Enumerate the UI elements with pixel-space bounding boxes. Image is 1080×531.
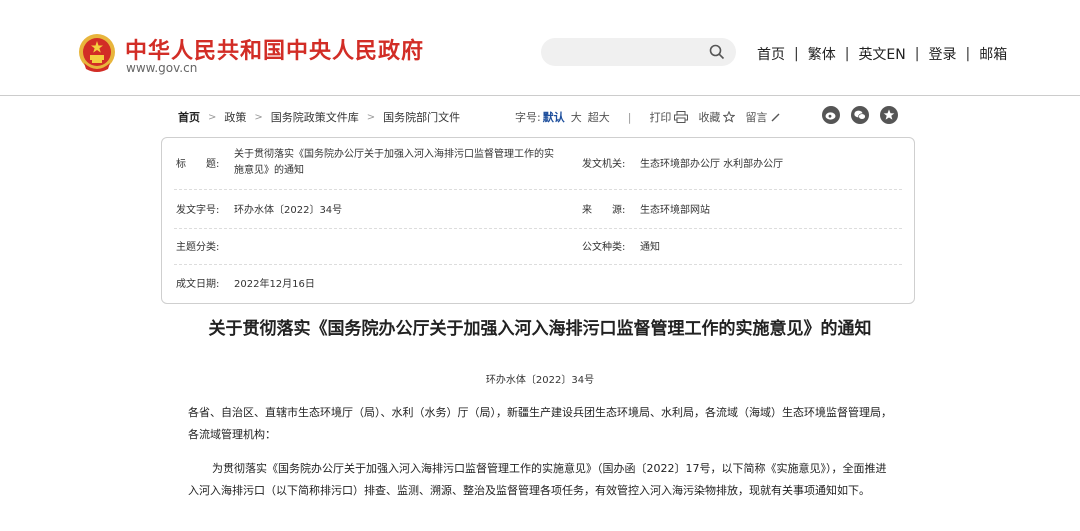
comment-label: 留言 <box>745 111 768 124</box>
font-size-default[interactable]: 默认 <box>543 109 565 125</box>
source-value: 生态环境部网站 <box>640 205 710 216</box>
favorite-button[interactable]: 收藏 <box>698 109 736 125</box>
date-label: 成文日期: <box>176 279 220 290</box>
doc-type-label: 公文种类: <box>582 242 626 253</box>
article-paragraph-addressees: 各省、自治区、直辖市生态环境厅（局）、水利（水务）厅（局），新疆生产建设兵团生态… <box>188 406 892 441</box>
issuer-value: 生态环境部办公厅 水利部办公厅 <box>640 159 784 170</box>
font-size-large[interactable]: 大 <box>571 109 582 125</box>
site-url: www.gov.cn <box>126 61 198 75</box>
breadcrumb-arrow-icon: > <box>254 111 263 123</box>
national-emblem-icon[interactable] <box>78 33 116 73</box>
article-paragraph-intro: 为贯彻落实《国务院办公厅关于加强入河入海排污口监督管理工作的实施意见》（国办函〔… <box>188 462 887 497</box>
font-size-xlarge[interactable]: 超大 <box>588 109 610 125</box>
breadcrumb-home[interactable]: 首页 <box>178 109 200 125</box>
title-value-line2: 施意见》的通知 <box>234 165 304 176</box>
article-tools: 字号: 默认 大 超大 | 打印 收藏 留言 <box>515 109 790 125</box>
print-label: 打印 <box>649 111 672 124</box>
font-size-label: 字号: <box>515 111 541 124</box>
docno-label: 发文字号: <box>176 205 220 216</box>
issuer-label: 发文机关: <box>582 159 626 170</box>
breadcrumb: 首页 > 政策 > 国务院政策文件库 > 国务院部门文件 <box>178 109 460 125</box>
printer-icon <box>674 111 689 123</box>
pencil-icon <box>771 113 780 122</box>
title-value-line1: 关于贯彻落实《国务院办公厅关于加强入河入海排污口监督管理工作的实 <box>234 149 554 160</box>
title-value: 关于贯彻落实《国务院办公厅关于加强入河入海排污口监督管理工作的实 施意见》的通知 <box>234 147 579 179</box>
article-title: 关于贯彻落实《国务院办公厅关于加强入河入海排污口监督管理工作的实施意见》的通知 <box>208 319 872 339</box>
nav-separator: | <box>914 46 920 62</box>
topic-label: 主题分类: <box>176 242 220 253</box>
star-icon <box>723 111 736 123</box>
breadcrumb-department-docs[interactable]: 国务院部门文件 <box>383 109 460 125</box>
breadcrumb-state-council-library[interactable]: 国务院政策文件库 <box>271 109 359 125</box>
nav-mail-link[interactable]: 邮箱 <box>979 44 1007 64</box>
nav-separator: | <box>794 46 799 62</box>
breadcrumb-arrow-icon: > <box>208 111 217 123</box>
header-divider <box>0 95 1080 96</box>
article-docno: 环办水体〔2022〕34号 <box>485 375 595 386</box>
docno-value: 环办水体〔2022〕34号 <box>234 205 343 216</box>
document-info-table: 标 题: 关于贯彻落实《国务院办公厅关于加强入河入海排污口监督管理工作的实 施意… <box>161 137 915 304</box>
weibo-share-icon[interactable] <box>822 106 840 124</box>
search-icon[interactable] <box>709 44 725 60</box>
nav-login-link[interactable]: 登录 <box>928 44 956 64</box>
title-label: 标 题: <box>176 159 220 170</box>
print-button[interactable]: 打印 <box>649 109 689 125</box>
nav-separator: | <box>965 46 971 62</box>
breadcrumb-policy[interactable]: 政策 <box>224 109 246 125</box>
favorite-share-icon[interactable] <box>880 106 898 124</box>
nav-separator: | <box>844 46 850 62</box>
comment-button[interactable]: 留言 <box>745 109 780 125</box>
source-label: 来 源: <box>582 205 626 216</box>
info-row <box>174 229 902 265</box>
favorite-label: 收藏 <box>698 111 721 124</box>
nav-home-link[interactable]: 首页 <box>757 44 785 64</box>
tools-divider: | <box>627 110 632 124</box>
breadcrumb-arrow-icon: > <box>366 111 376 123</box>
doc-type-value: 通知 <box>640 242 660 253</box>
nav-english-link[interactable]: 英文EN <box>858 44 905 64</box>
search-input[interactable] <box>541 38 736 66</box>
date-value: 2022年12月16日 <box>234 279 315 290</box>
wechat-share-icon[interactable] <box>851 106 869 124</box>
top-nav: 首页 | 繁体 | 英文EN | 登录 | 邮箱 <box>757 44 1007 64</box>
nav-traditional-link[interactable]: 繁体 <box>808 44 836 64</box>
site-header: 中华人民共和国中央人民政府 www.gov.cn 首页 | 繁体 | 英文EN … <box>0 0 1080 95</box>
